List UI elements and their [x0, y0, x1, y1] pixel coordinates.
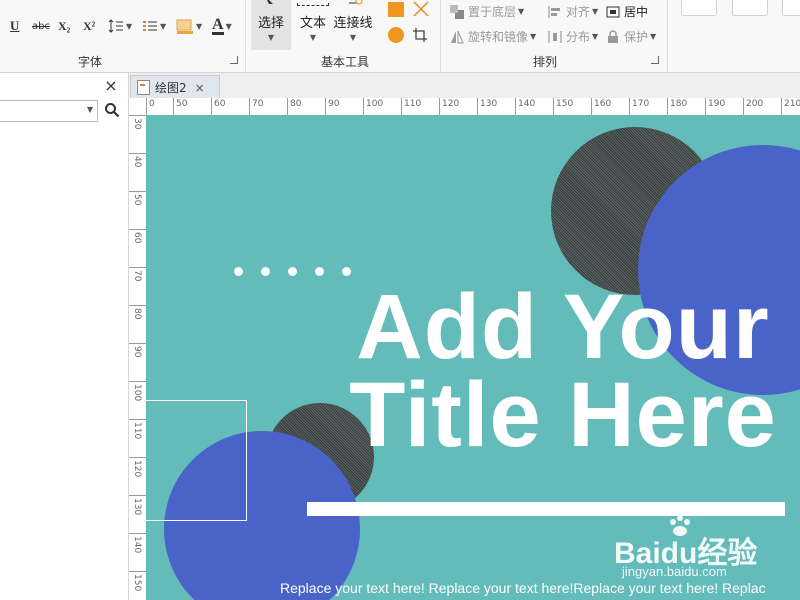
rectangle-shape-tool[interactable]	[388, 2, 404, 17]
tools-group-label: 基本工具	[320, 55, 369, 69]
select-tool-button[interactable]: 选择 ▼	[251, 0, 291, 50]
font-color-button[interactable]: A ▼	[212, 16, 232, 36]
protect-button[interactable]: 保护 ▼	[606, 28, 656, 45]
align-button[interactable]: 对齐 ▼	[548, 3, 598, 20]
bullet-list-button[interactable]: ▼	[142, 16, 166, 36]
center-icon	[606, 6, 620, 17]
close-shape-icon[interactable]	[412, 0, 430, 18]
dot	[234, 267, 243, 276]
tab-drawing2[interactable]: 绘图2 ×	[130, 75, 220, 99]
superscript-button[interactable]: X²	[83, 16, 95, 36]
connector-tool-button[interactable]: 连接线 ▼	[333, 0, 373, 50]
group-divider	[667, 0, 668, 72]
ribbon: U abc X₂ X² ▼ ▼ ▼ A ▼ 字体 选择 ▼ 文本 ▼ 连接线 ▼	[0, 0, 800, 73]
rectangle-outline-shape[interactable]	[146, 400, 247, 521]
chevron-down-icon: ▼	[126, 21, 133, 31]
line-spacing-icon	[108, 19, 123, 33]
text-tool-button[interactable]: 文本 ▼	[295, 0, 331, 50]
group-divider	[245, 0, 246, 72]
chevron-down-icon: ▼	[592, 32, 599, 41]
ellipse-shape-tool[interactable]	[388, 27, 404, 43]
chevron-down-icon: ▼	[160, 21, 167, 31]
title-line-2: Title Here	[349, 364, 777, 466]
chevron-down-icon: ▼	[530, 32, 537, 41]
bullet-list-icon	[143, 21, 157, 31]
document-tab-bar: 绘图2 ×	[129, 73, 800, 99]
subscript-button[interactable]: X₂	[58, 16, 70, 36]
document-icon	[137, 80, 150, 95]
slide-title[interactable]: Add Your Title Here	[333, 276, 793, 466]
pointer-icon	[267, 0, 273, 4]
watermark-url: jingyan.baidu.com	[622, 564, 727, 579]
line-spacing-button[interactable]: ▼	[108, 16, 132, 36]
strikethrough-button[interactable]: abc	[32, 16, 50, 36]
chevron-down-icon: ▼	[309, 33, 317, 42]
rotate-flip-button[interactable]: 旋转和镜像 ▼	[450, 28, 536, 45]
group-divider	[440, 0, 441, 72]
chevron-down-icon: ▼	[592, 7, 599, 16]
connector-icon	[349, 0, 363, 5]
dot	[315, 267, 324, 276]
rotate-flip-icon	[451, 30, 464, 43]
chevron-down-icon: ▼	[86, 105, 93, 114]
crop-icon[interactable]	[412, 27, 428, 43]
text-box-icon	[297, 0, 329, 6]
close-icon[interactable]: ×	[195, 81, 205, 95]
chevron-down-icon: ▼	[196, 21, 203, 31]
dot	[288, 267, 297, 276]
close-icon[interactable]: ×	[104, 78, 118, 94]
dot	[261, 267, 270, 276]
vertical-ruler[interactable]: 30 40 50 60 70 80 90 100 110 120 130 140…	[129, 115, 147, 600]
font-group-label: 字体	[77, 55, 102, 69]
font-dialog-launcher-icon[interactable]	[230, 56, 238, 64]
send-back-icon	[450, 4, 464, 19]
dots-decoration[interactable]	[234, 267, 351, 276]
horizontal-ruler[interactable]: 0 50 60 70 80 90 100 110 120 130 140 150…	[129, 98, 800, 116]
arrange-group-label: 排列	[532, 55, 557, 69]
search-icon[interactable]	[104, 102, 120, 118]
underline-button[interactable]: U	[10, 16, 19, 36]
lock-icon	[608, 29, 618, 43]
send-to-back-button[interactable]: 置于底层 ▼	[450, 3, 524, 20]
distribute-button[interactable]: 分布 ▼	[548, 28, 598, 45]
title-line-1: Add Your	[356, 276, 770, 378]
style-preview-1[interactable]	[681, 0, 717, 16]
shapes-panel: × ▼	[0, 73, 129, 600]
chevron-down-icon: ▼	[518, 7, 525, 16]
chevron-down-icon: ▼	[225, 21, 232, 31]
chevron-down-icon: ▼	[267, 33, 275, 42]
style-preview-2[interactable]	[732, 0, 768, 16]
dot	[342, 267, 351, 276]
align-icon	[548, 5, 560, 18]
distribute-icon	[548, 30, 562, 43]
shape-library-dropdown[interactable]: ▼	[0, 100, 98, 122]
baidu-watermark: Baidu经验 jingyan.baidu.com	[612, 514, 800, 600]
center-button[interactable]: 居中	[606, 3, 648, 20]
font-color-icon: A	[212, 16, 224, 35]
highlight-color-button[interactable]: ▼	[176, 16, 202, 36]
style-preview-3[interactable]	[782, 0, 800, 16]
chevron-down-icon: ▼	[650, 32, 657, 41]
arrange-dialog-launcher-icon[interactable]	[651, 56, 659, 64]
highlight-icon	[176, 19, 193, 34]
chevron-down-icon: ▼	[349, 33, 357, 42]
